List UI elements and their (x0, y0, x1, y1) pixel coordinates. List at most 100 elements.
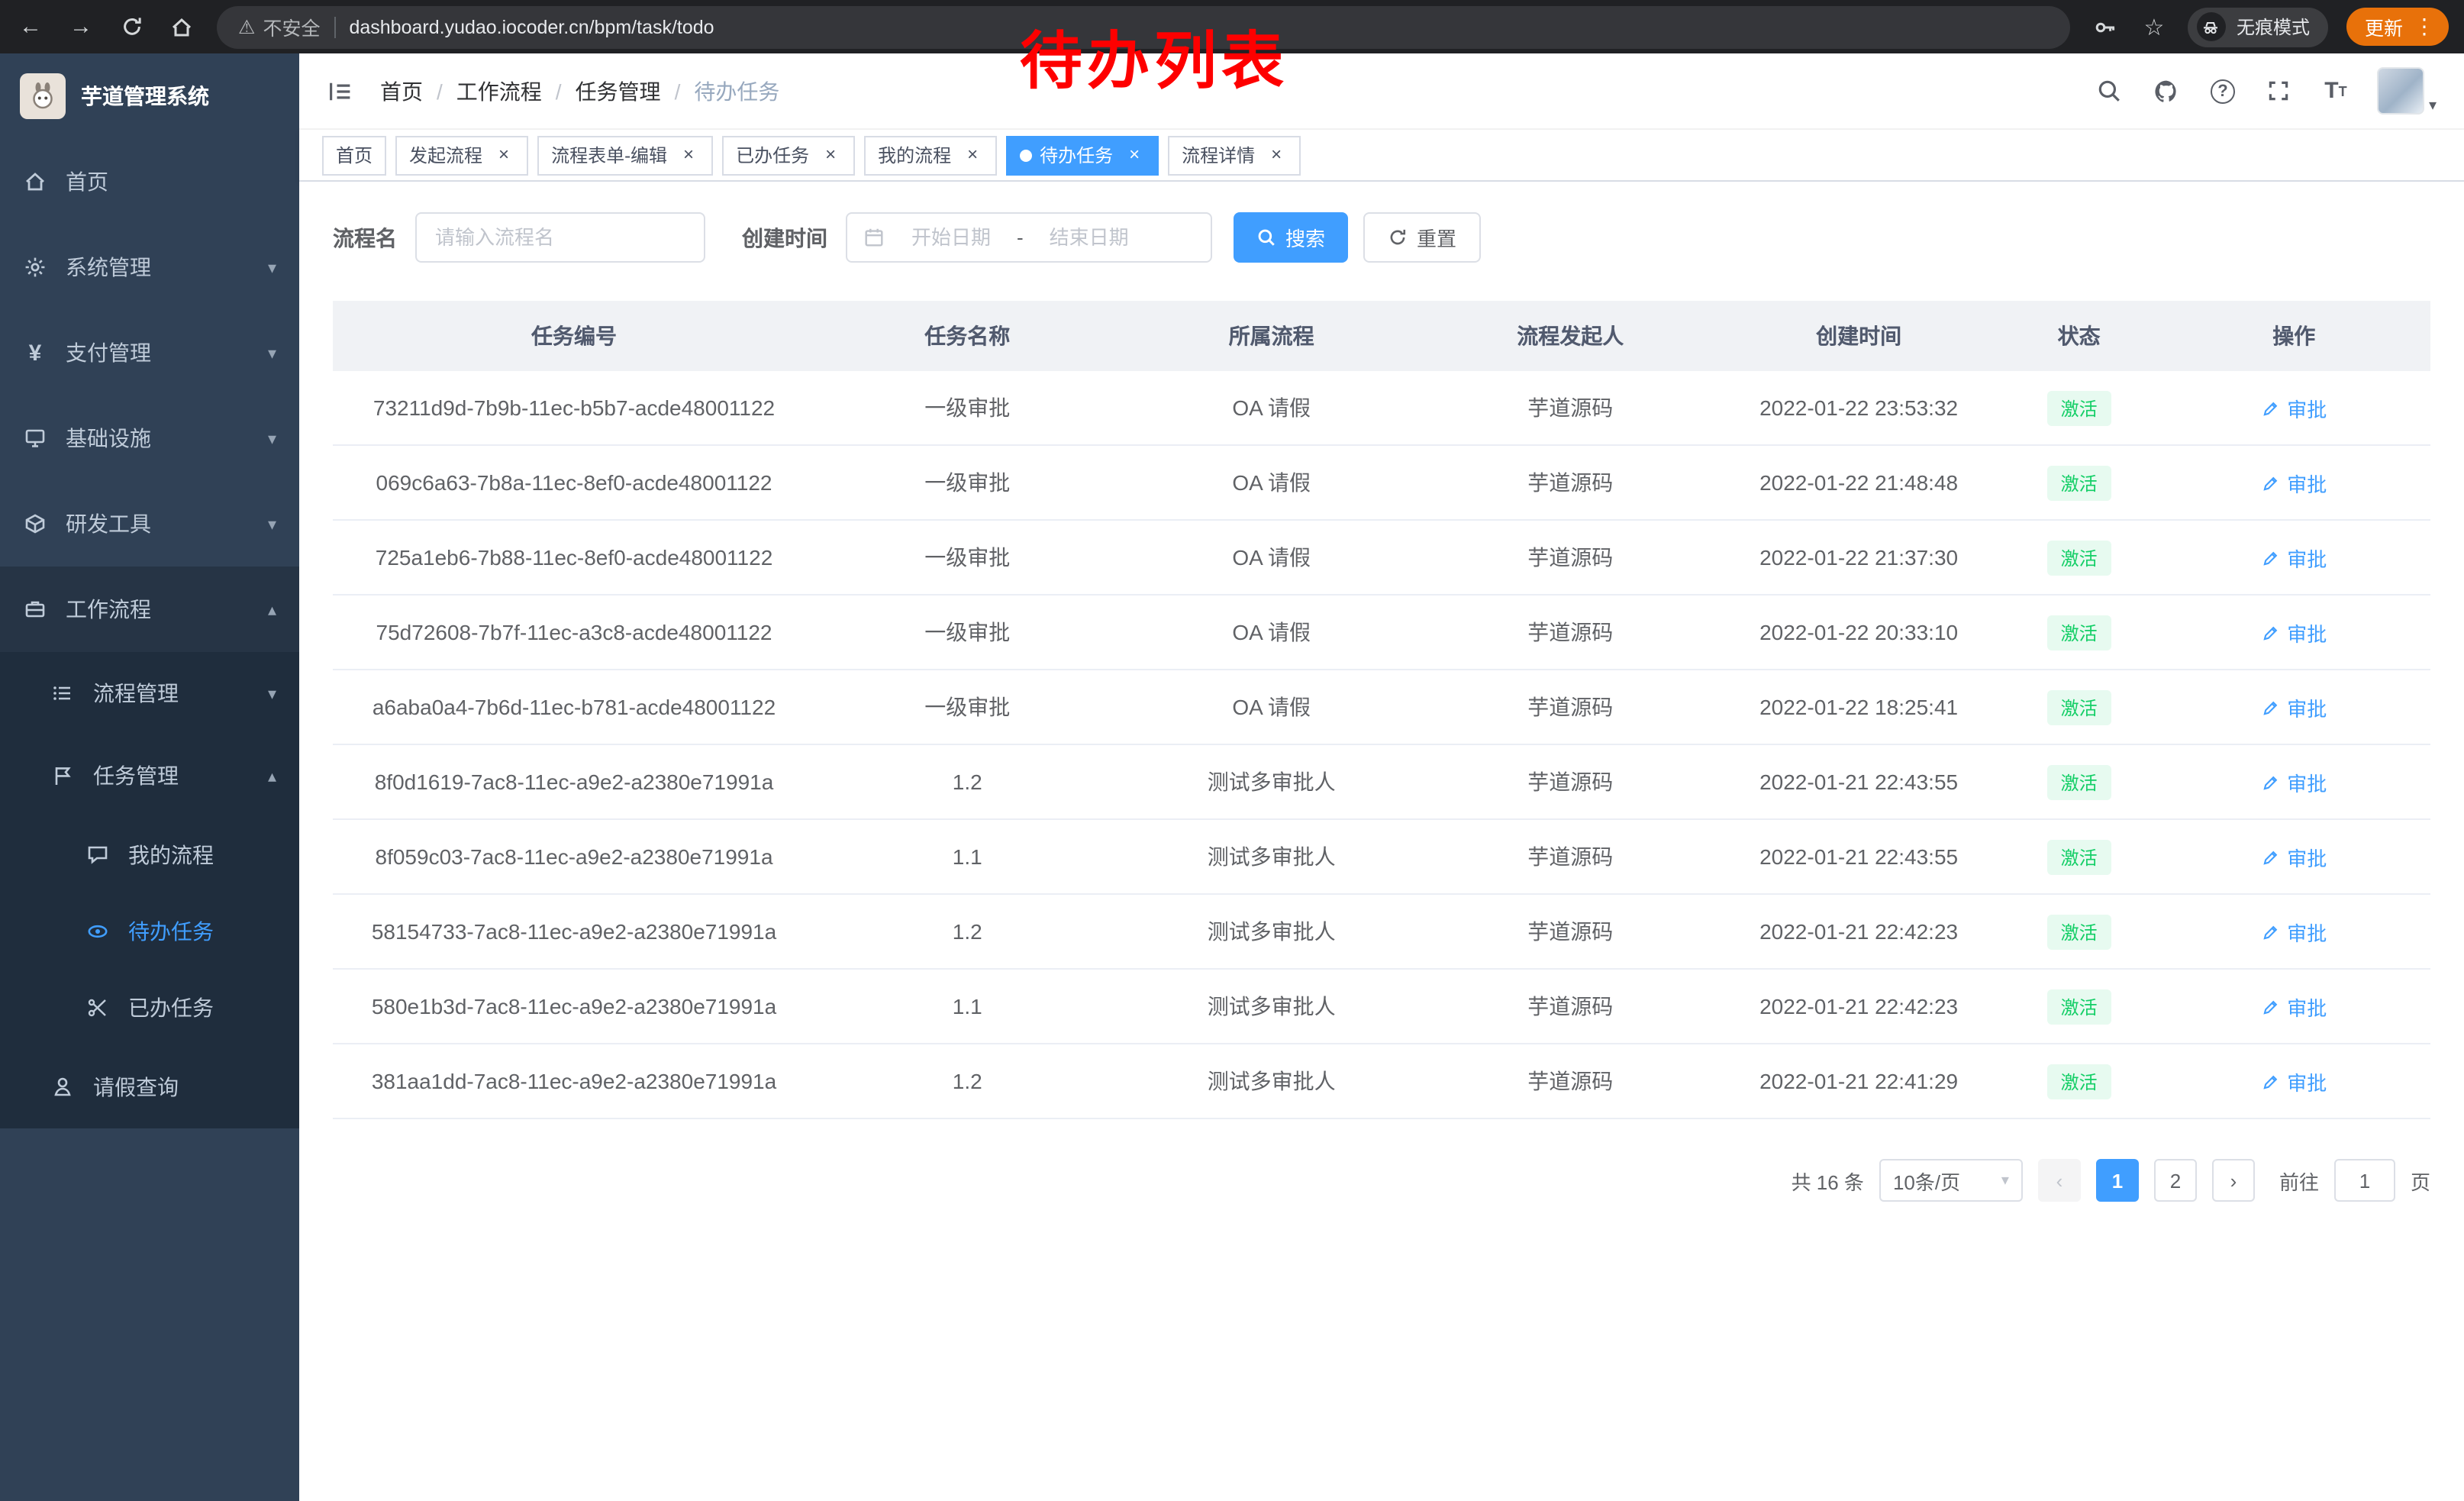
approve-link[interactable]: 审批 (2261, 468, 2327, 497)
next-page-button[interactable]: › (2212, 1159, 2255, 1202)
fullscreen-icon[interactable] (2264, 76, 2295, 106)
cell-task-id: 069c6a63-7b8a-11ec-8ef0-acde48001122 (333, 446, 815, 519)
tab-label: 流程详情 (1182, 142, 1255, 168)
table-row: 58154733-7ac8-11ec-a9e2-a2380e71991a 1.2… (333, 895, 2430, 970)
page-size-select[interactable]: 10条/页 ▾ (1879, 1159, 2023, 1202)
goto-page-input[interactable] (2334, 1159, 2395, 1202)
tab-close-icon[interactable]: × (678, 144, 699, 166)
sidebar-item-leave-query[interactable]: 请假查询 (0, 1046, 299, 1128)
user-avatar[interactable]: ▾ (2377, 67, 2437, 115)
sidebar-item-task-management[interactable]: 任务管理 ▴ (0, 734, 299, 817)
cell-task-id: 8f059c03-7ac8-11ec-a9e2-a2380e71991a (333, 820, 815, 893)
sidebar-item-workflow[interactable]: 工作流程 ▴ (0, 567, 299, 652)
page-button-2[interactable]: 2 (2154, 1159, 2197, 1202)
breadcrumb: 首页 / 工作流程 / 任务管理 / 待办任务 (380, 76, 779, 106)
sidebar-item-process-management[interactable]: 流程管理 ▾ (0, 652, 299, 734)
approve-link[interactable]: 审批 (2261, 1067, 2327, 1096)
sidebar-item-todo-tasks[interactable]: 待办任务 (0, 893, 299, 970)
incognito-chip[interactable]: 无痕模式 (2188, 7, 2328, 47)
chevron-down-icon: ▾ (268, 683, 276, 703)
forward-icon[interactable]: → (66, 11, 96, 42)
browser-menu-icon[interactable]: ⋮ (2414, 14, 2435, 40)
sidebar-item-payment[interactable]: ¥ 支付管理 ▾ (0, 310, 299, 395)
tab[interactable]: 流程详情 × (1168, 135, 1301, 175)
chevron-down-icon: ▾ (268, 343, 276, 363)
tab[interactable]: 已办任务 × (722, 135, 855, 175)
cell-status: 激活 (2001, 670, 2158, 744)
approve-link[interactable]: 审批 (2261, 692, 2327, 721)
breadcrumb-home[interactable]: 首页 (380, 76, 423, 106)
tab-close-icon[interactable]: × (1266, 144, 1287, 166)
cell-actions: 审批 (2158, 1044, 2430, 1118)
sidebar-fold-icon[interactable] (327, 77, 354, 105)
approve-link[interactable]: 审批 (2261, 842, 2327, 871)
cell-status: 激活 (2001, 596, 2158, 669)
sidebar-item-system[interactable]: 系统管理 ▾ (0, 224, 299, 310)
search-button[interactable]: 搜索 (1234, 212, 1348, 263)
tab-close-icon[interactable]: × (1124, 144, 1145, 166)
password-key-icon[interactable] (2090, 11, 2121, 42)
approve-link-label: 审批 (2287, 543, 2327, 572)
tab-close-icon[interactable]: × (493, 144, 514, 166)
approve-link[interactable]: 审批 (2261, 393, 2327, 422)
home-icon[interactable] (166, 11, 197, 42)
font-size-icon[interactable]: TT (2320, 76, 2351, 106)
end-date-input[interactable] (1033, 226, 1146, 249)
cell-task-id: 381aa1dd-7ac8-11ec-a9e2-a2380e71991a (333, 1044, 815, 1118)
sidebar-item-done-tasks[interactable]: 已办任务 (0, 970, 299, 1046)
approve-link[interactable]: 审批 (2261, 618, 2327, 647)
cell-task-id: 725a1eb6-7b88-11ec-8ef0-acde48001122 (333, 521, 815, 594)
github-icon[interactable] (2151, 76, 2182, 106)
avatar-image (2377, 67, 2424, 115)
process-name-input[interactable] (415, 212, 705, 263)
approve-link[interactable]: 审批 (2261, 917, 2327, 946)
security-warning[interactable]: ⚠ 不安全 (238, 12, 320, 41)
tab[interactable]: 我的流程 × (864, 135, 997, 175)
tab[interactable]: 流程表单-编辑 × (537, 135, 713, 175)
approve-link[interactable]: 审批 (2261, 543, 2327, 572)
tab-close-icon[interactable]: × (962, 144, 983, 166)
refresh-icon[interactable] (116, 11, 147, 42)
help-icon[interactable]: ? (2208, 76, 2238, 106)
approve-link[interactable]: 审批 (2261, 767, 2327, 796)
back-icon[interactable]: ← (15, 11, 46, 42)
update-chip[interactable]: 更新 ⋮ (2346, 8, 2449, 46)
sidebar-item-infrastructure[interactable]: 基础设施 ▾ (0, 395, 299, 481)
sidebar-item-home[interactable]: 首页 (0, 139, 299, 224)
cell-starter: 芋道源码 (1424, 670, 1717, 744)
column-header-actions: 操作 (2158, 301, 2430, 371)
tab[interactable]: 待办任务 × (1006, 135, 1159, 175)
chat-bubble-icon (84, 843, 111, 867)
cell-create-time: 2022-01-21 22:41:29 (1717, 1044, 2001, 1118)
search-icon[interactable] (2095, 76, 2125, 106)
cell-process: OA 请假 (1119, 446, 1423, 519)
column-header-process: 所属流程 (1119, 301, 1423, 371)
tab-label: 首页 (336, 142, 373, 168)
status-badge: 激活 (2047, 764, 2111, 799)
sidebar-item-my-process[interactable]: 我的流程 (0, 817, 299, 893)
bookmark-star-icon[interactable]: ☆ (2139, 11, 2169, 42)
cell-process: OA 请假 (1119, 371, 1423, 444)
tab[interactable]: 首页 (322, 135, 386, 175)
briefcase-icon (21, 597, 49, 621)
prev-page-button[interactable]: ‹ (2038, 1159, 2081, 1202)
tab-close-icon[interactable]: × (820, 144, 841, 166)
filter-bar: 流程名 创建时间 - 搜索 重置 (333, 212, 2430, 263)
page-button-1[interactable]: 1 (2096, 1159, 2139, 1202)
breadcrumb-workflow[interactable]: 工作流程 (456, 76, 542, 106)
flag-icon (49, 763, 76, 788)
breadcrumb-task-management[interactable]: 任务管理 (576, 76, 661, 106)
approve-link[interactable]: 审批 (2261, 992, 2327, 1021)
tab-active-dot (1020, 149, 1032, 161)
date-range-picker[interactable]: - (846, 212, 1212, 263)
approve-link-label: 审批 (2287, 1067, 2327, 1096)
reset-button[interactable]: 重置 (1363, 212, 1481, 263)
sidebar-item-devtools[interactable]: 研发工具 ▾ (0, 481, 299, 567)
approve-link-label: 审批 (2287, 842, 2327, 871)
table-row: 725a1eb6-7b88-11ec-8ef0-acde48001122 一级审… (333, 521, 2430, 596)
cell-status: 激活 (2001, 970, 2158, 1043)
tab[interactable]: 发起流程 × (395, 135, 528, 175)
start-date-input[interactable] (895, 226, 1008, 249)
app-logo-row[interactable]: 芋道管理系统 (0, 53, 299, 139)
cell-starter: 芋道源码 (1424, 895, 1717, 968)
